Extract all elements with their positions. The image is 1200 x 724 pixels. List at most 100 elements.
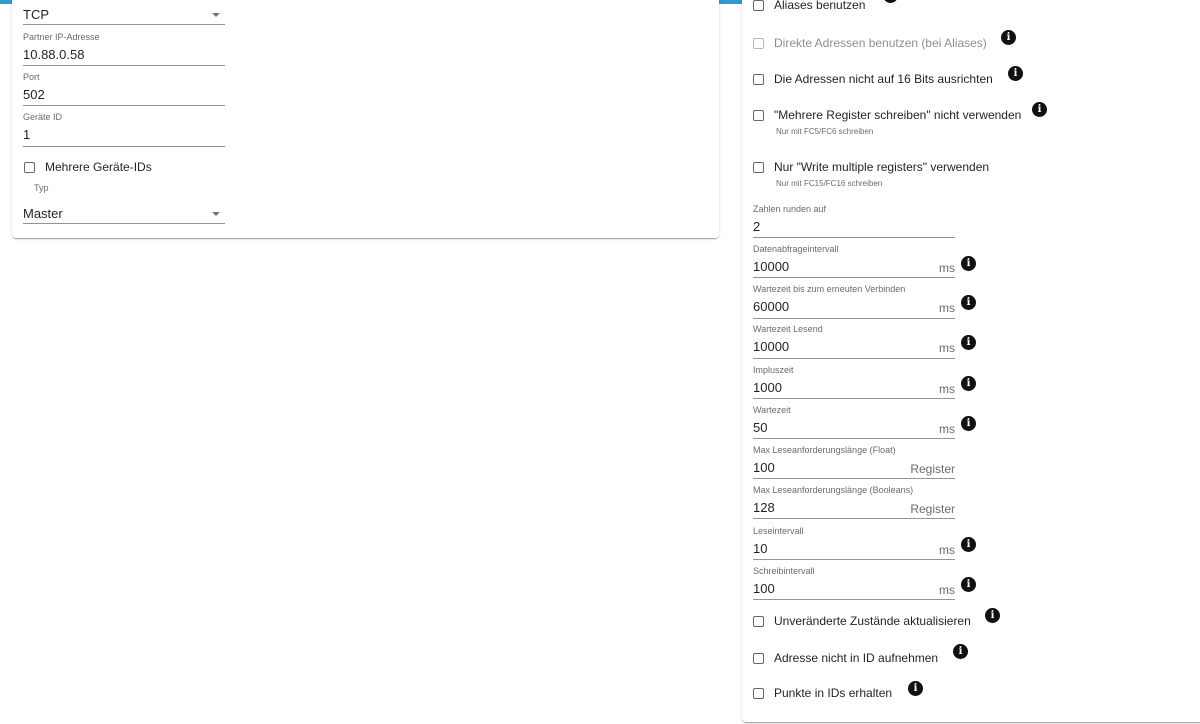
no-multi-write-checkbox[interactable]: "Mehrere Register schreiben" nicht verwe… (753, 108, 1021, 122)
partner-ip-label: Partner IP-Adresse (23, 32, 100, 42)
multi-device-ids-label: Mehrere Geräte-IDs (45, 160, 152, 174)
info-icon[interactable]: i (961, 537, 976, 552)
info-icon[interactable]: i (908, 681, 923, 696)
keep-dots-label: Punkte in IDs erhalten (774, 686, 893, 700)
partner-ip-field[interactable]: Partner IP-Adresse 10.88.0.58 (23, 32, 225, 66)
device-id-value: 1 (23, 127, 31, 142)
read-interval-value: 10 (753, 541, 768, 556)
write-interval-label: Schreibintervall (753, 566, 815, 576)
reconnect-wait-value: 60000 (753, 299, 790, 314)
write-interval-unit: ms (939, 583, 955, 597)
max-read-bool-value: 128 (753, 500, 775, 515)
info-icon[interactable]: i (1032, 102, 1047, 117)
write-interval-value: 100 (753, 581, 775, 596)
info-icon[interactable]: i (953, 644, 968, 659)
port-value: 502 (23, 87, 45, 102)
checkbox-box-icon[interactable] (753, 73, 764, 85)
device-id-label: Geräte ID (23, 112, 63, 122)
direct-addresses-label: Direkte Adressen benutzen (bei Aliases) (774, 36, 987, 50)
info-icon[interactable]: i (883, 0, 898, 3)
round-digits-label: Zahlen runden auf (753, 204, 827, 214)
info-icon[interactable]: i (961, 335, 976, 350)
read-timeout-value: 10000 (753, 339, 790, 354)
type-select[interactable]: Master (23, 196, 225, 224)
checkbox-box-icon[interactable] (753, 687, 764, 699)
only-multi-write-label: Nur "Write multiple registers" verwenden (774, 160, 990, 174)
max-read-float-unit: Register (910, 462, 955, 476)
max-read-bool-label: Max Leseanforderungslänge (Booleans) (753, 485, 914, 495)
pulse-time-unit: ms (939, 382, 955, 396)
max-read-float-field[interactable]: Max Leseanforderungslänge (Float) 100 Re… (753, 445, 955, 479)
partner-ip-value: 10.88.0.58 (23, 47, 85, 62)
type-value: Master (23, 206, 63, 221)
info-icon[interactable]: i (1008, 66, 1023, 81)
wait-time-label: Wartezeit (753, 405, 791, 415)
reconnect-wait-label: Wartezeit bis zum erneuten Verbinden (753, 284, 906, 294)
multi-device-ids-checkbox[interactable]: Mehrere Geräte-IDs (24, 160, 152, 174)
update-unchanged-label: Unveränderte Zustände aktualisieren (774, 614, 971, 628)
advanced-settings-card: Aliases benutzen i Direkte Adressen benu… (742, 0, 1200, 722)
type-label: Typ (34, 183, 49, 193)
align-16bits-label: Die Adressen nicht auf 16 Bits ausrichte… (774, 72, 993, 86)
address-not-in-id-label: Adresse nicht in ID aufnehmen (774, 651, 939, 665)
no-multi-write-helper: Nur mit FC5/FC6 schreiben (776, 127, 874, 136)
read-interval-field[interactable]: Leseintervall 10 ms (753, 526, 955, 560)
info-icon[interactable]: i (961, 295, 976, 310)
read-timeout-unit: ms (939, 341, 955, 355)
checkbox-box-icon[interactable] (24, 161, 35, 173)
direct-addresses-checkbox[interactable]: Direkte Adressen benutzen (bei Aliases) (753, 36, 987, 50)
only-multi-write-helper: Nur mit FC15/FC16 schreiben (776, 179, 883, 188)
checkbox-box-icon[interactable] (753, 37, 764, 49)
update-unchanged-checkbox[interactable]: Unveränderte Zustände aktualisieren (753, 614, 971, 628)
read-timeout-label: Wartezeit Lesend (753, 324, 823, 334)
align-16bits-checkbox[interactable]: Die Adressen nicht auf 16 Bits ausrichte… (753, 72, 993, 86)
poll-interval-value: 10000 (753, 259, 790, 274)
reconnect-wait-unit: ms (939, 301, 955, 315)
wait-time-value: 50 (753, 420, 768, 435)
checkbox-box-icon[interactable] (753, 109, 764, 121)
port-field[interactable]: Port 502 (23, 72, 225, 106)
no-multi-write-label: "Mehrere Register schreiben" nicht verwe… (774, 108, 1022, 122)
poll-interval-field[interactable]: Datenabfrageintervall 10000 ms (753, 244, 955, 278)
info-icon[interactable]: i (961, 376, 976, 391)
round-digits-value: 2 (753, 219, 761, 234)
info-icon[interactable]: i (961, 416, 976, 431)
read-interval-label: Leseintervall (753, 526, 804, 536)
aliases-checkbox[interactable]: Aliases benutzen (753, 0, 865, 12)
dropdown-caret-icon (212, 212, 220, 216)
checkbox-box-icon[interactable] (753, 161, 764, 173)
address-not-in-id-checkbox[interactable]: Adresse nicht in ID aufnehmen (753, 651, 938, 665)
pulse-time-value: 1000 (753, 380, 782, 395)
connection-settings-card: TCP Partner IP-Adresse 10.88.0.58 Port 5… (12, 0, 719, 238)
device-id-field[interactable]: Geräte ID 1 (23, 112, 225, 147)
checkbox-box-icon[interactable] (753, 652, 764, 664)
info-icon[interactable]: i (985, 608, 1000, 623)
max-read-bool-unit: Register (910, 502, 955, 516)
read-timeout-field[interactable]: Wartezeit Lesend 10000 ms (753, 324, 955, 359)
pulse-time-label: Impluszeit (753, 365, 794, 375)
info-icon[interactable]: i (961, 577, 976, 592)
wait-time-unit: ms (939, 422, 955, 436)
pulse-time-field[interactable]: Impluszeit 1000 ms (753, 365, 955, 399)
wait-time-field[interactable]: Wartezeit 50 ms (753, 405, 955, 439)
info-icon[interactable]: i (1001, 30, 1016, 45)
info-icon[interactable]: i (961, 256, 976, 271)
max-read-float-label: Max Leseanforderungslänge (Float) (753, 445, 896, 455)
aliases-label: Aliases benutzen (774, 0, 866, 12)
write-interval-field[interactable]: Schreibintervall 100 ms (753, 566, 955, 600)
max-read-bool-field[interactable]: Max Leseanforderungslänge (Booleans) 128… (753, 485, 955, 519)
protocol-select[interactable]: TCP (23, 0, 225, 25)
poll-interval-label: Datenabfrageintervall (753, 244, 839, 254)
port-label: Port (23, 72, 40, 82)
round-digits-field[interactable]: Zahlen runden auf 2 (753, 204, 955, 238)
protocol-value: TCP (23, 7, 49, 22)
checkbox-box-icon[interactable] (753, 0, 764, 11)
checkbox-box-icon[interactable] (753, 615, 764, 627)
reconnect-wait-field[interactable]: Wartezeit bis zum erneuten Verbinden 600… (753, 284, 955, 319)
keep-dots-checkbox[interactable]: Punkte in IDs erhalten (753, 686, 892, 700)
only-multi-write-checkbox[interactable]: Nur "Write multiple registers" verwenden (753, 160, 989, 174)
dropdown-caret-icon (212, 13, 220, 17)
max-read-float-value: 100 (753, 460, 775, 475)
poll-interval-unit: ms (939, 261, 955, 275)
read-interval-unit: ms (939, 543, 955, 557)
